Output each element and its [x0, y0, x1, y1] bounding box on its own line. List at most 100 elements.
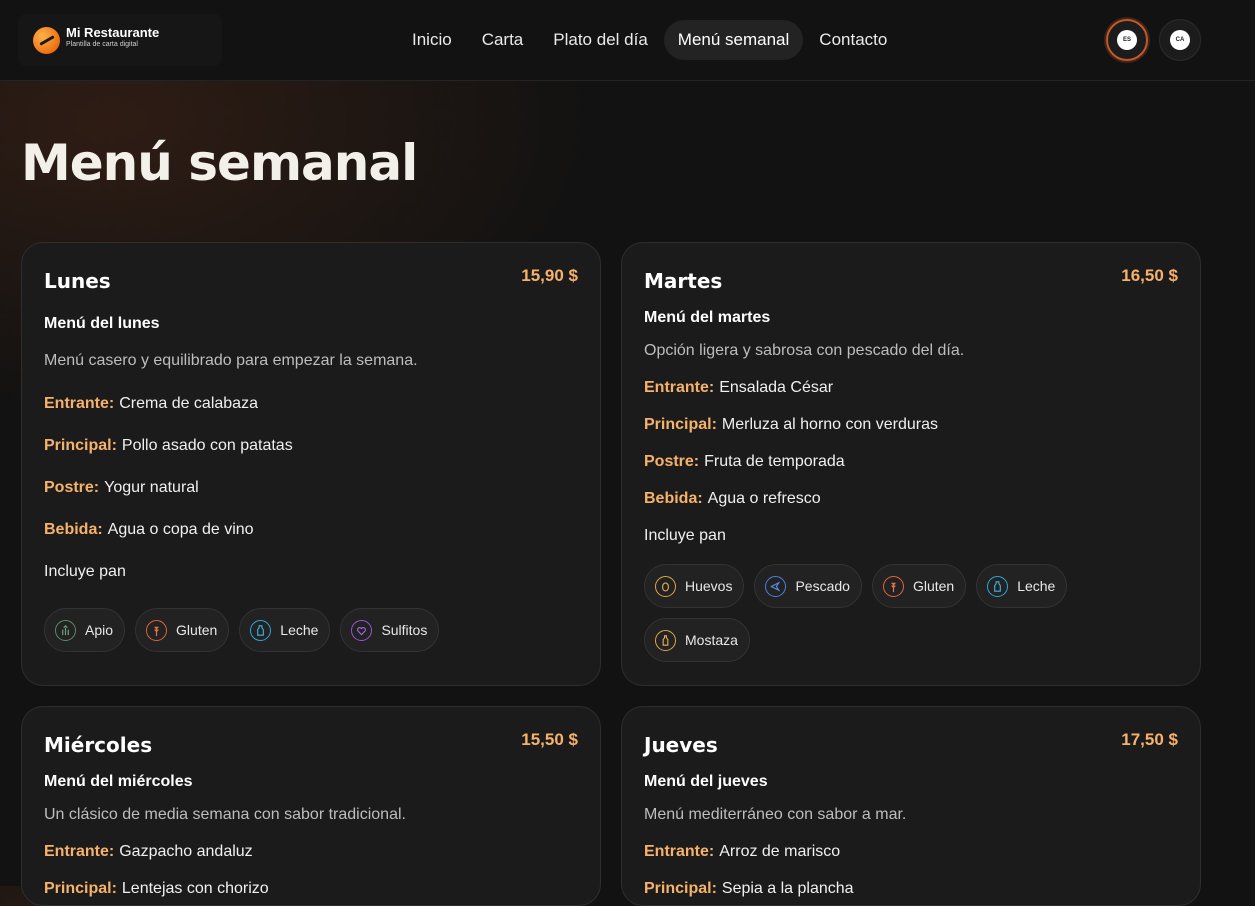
allergen-tag-sulfitos: Sulfitos — [340, 608, 440, 652]
milk-bottle-icon — [250, 619, 272, 641]
menu-starter: Entrante: Gazpacho andaluz — [44, 843, 578, 861]
allergen-list: Huevos Pescado Gluten Leche Mostaza — [644, 564, 1178, 662]
menu-description: Menú mediterráneo con sabor a mar. — [644, 806, 907, 823]
starter-label: Entrante: — [44, 395, 115, 412]
main-label: Principal: — [644, 880, 717, 897]
menu-description: Un clásico de media semana con sabor tra… — [44, 806, 406, 823]
main-label: Principal: — [44, 880, 117, 897]
menu-main: Principal: Merluza al horno con verduras — [644, 416, 1178, 434]
menu-day: Jueves — [644, 733, 718, 757]
menu-note: Incluye pan — [44, 563, 126, 580]
wheat-icon — [146, 619, 168, 641]
main-value: Pollo asado con patatas — [121, 437, 293, 454]
main-label: Principal: — [44, 437, 117, 454]
menu-card-jueves: Jueves 17,50 $ Menú del jueves Menú medi… — [621, 706, 1201, 906]
drink-label: Bebida: — [44, 521, 103, 538]
brand-subtitle: Plantilla de carta digital — [66, 40, 138, 48]
brand-logo-link[interactable]: Mi Restaurante Plantilla de carta digita… — [18, 14, 222, 66]
allergen-tag-leche: Leche — [239, 608, 331, 652]
menu-card-miercoles: Miércoles 15,50 $ Menú del miércoles Un … — [21, 706, 601, 906]
main-value: Sepia a la plancha — [721, 880, 854, 897]
allergen-label: Sulfitos — [381, 622, 428, 638]
nav-plato-del-dia[interactable]: Plato del día — [539, 20, 662, 60]
sulfites-icon — [351, 619, 373, 641]
allergen-tag-apio: Apio — [44, 608, 126, 652]
menu-main: Principal: Pollo asado con patatas — [44, 437, 578, 455]
allergen-list: Apio Gluten Leche Sulfitos — [44, 608, 578, 652]
menu-card-lunes: Lunes 15,90 $ Menú del lunes Menú casero… — [21, 242, 601, 686]
nav-contacto[interactable]: Contacto — [805, 20, 901, 60]
menu-description: Opción ligera y sabrosa con pescado del … — [644, 342, 965, 359]
menu-price: 16,50 $ — [1121, 266, 1178, 285]
allergen-label: Gluten — [176, 622, 218, 638]
allergen-label: Huevos — [685, 578, 733, 594]
mustard-icon — [655, 629, 676, 651]
drink-value: Agua o refresco — [707, 490, 821, 507]
allergen-label: Pescado — [795, 578, 850, 594]
main-nav: Inicio Carta Plato del día Menú semanal … — [398, 20, 903, 60]
nav-menu-semanal[interactable]: Menú semanal — [663, 20, 804, 60]
menu-day: Lunes — [44, 269, 111, 293]
drink-value: Agua o copa de vino — [107, 521, 254, 538]
starter-label: Entrante: — [644, 379, 715, 396]
allergen-tag-gluten: Gluten — [871, 564, 967, 608]
language-ca-button[interactable]: CA — [1159, 19, 1201, 61]
menu-price: 15,90 $ — [521, 266, 578, 285]
starter-value: Gazpacho andaluz — [119, 843, 253, 860]
menu-card-martes: Martes 16,50 $ Menú del martes Opción li… — [621, 242, 1201, 686]
menu-drink: Bebida: Agua o refresco — [644, 490, 1178, 508]
allergen-label: Apio — [85, 622, 114, 638]
main-value: Merluza al horno con verduras — [721, 416, 939, 433]
menu-drink: Bebida: Agua o copa de vino — [44, 521, 578, 539]
menu-main: Principal: Lentejas con chorizo — [44, 880, 578, 898]
drink-label: Bebida: — [644, 490, 703, 507]
allergen-label: Leche — [1017, 578, 1056, 594]
menu-note: Incluye pan — [644, 527, 726, 544]
main-label: Principal: — [644, 416, 717, 433]
menu-description: Menú casero y equilibrado para empezar l… — [44, 352, 418, 369]
menu-main: Principal: Sepia a la plancha — [644, 880, 1178, 898]
page-title: Menú semanal — [21, 134, 418, 192]
menu-name: Menú del miércoles — [44, 773, 193, 790]
allergen-tag-gluten: Gluten — [135, 608, 230, 652]
allergen-tag-huevos: Huevos — [644, 564, 745, 608]
menu-dessert: Postre: Yogur natural — [44, 479, 578, 497]
menu-day: Martes — [644, 269, 723, 293]
dessert-value: Yogur natural — [104, 479, 199, 496]
celery-icon — [55, 619, 76, 641]
dessert-label: Postre: — [44, 479, 100, 496]
menu-name: Menú del lunes — [44, 315, 160, 332]
fish-icon — [765, 575, 787, 597]
language-ca-flag-icon: CA — [1170, 30, 1190, 50]
language-es-button[interactable]: ES — [1106, 19, 1148, 61]
menu-price: 17,50 $ — [1121, 730, 1178, 749]
menu-starter: Entrante: Ensalada César — [644, 379, 1178, 397]
starter-label: Entrante: — [644, 843, 715, 860]
menu-starter: Entrante: Crema de calabaza — [44, 395, 578, 413]
starter-value: Crema de calabaza — [119, 395, 258, 412]
brand-name: Mi Restaurante — [66, 24, 160, 40]
wheat-icon — [882, 575, 904, 597]
starter-value: Ensalada César — [719, 379, 834, 396]
allergen-tag-leche: Leche — [976, 564, 1068, 608]
restaurant-logo-icon — [33, 26, 60, 54]
brand-text: Mi Restaurante Plantilla de carta digita… — [66, 25, 159, 50]
starter-label: Entrante: — [44, 843, 115, 860]
menu-name: Menú del jueves — [644, 773, 768, 790]
starter-value: Arroz de marisco — [719, 843, 841, 860]
menu-starter: Entrante: Arroz de marisco — [644, 843, 1178, 861]
allergen-tag-mostaza: Mostaza — [644, 618, 750, 662]
egg-icon — [655, 575, 676, 597]
nav-inicio[interactable]: Inicio — [398, 20, 466, 60]
menu-day: Miércoles — [44, 733, 153, 757]
milk-bottle-icon — [987, 575, 1009, 597]
menu-name: Menú del martes — [644, 309, 771, 326]
allergen-tag-pescado: Pescado — [754, 564, 862, 608]
allergen-label: Gluten — [912, 578, 955, 594]
menu-price: 15,50 $ — [521, 730, 578, 749]
allergen-label: Leche — [280, 622, 319, 638]
nav-carta[interactable]: Carta — [468, 20, 538, 60]
dessert-label: Postre: — [644, 453, 700, 470]
main-value: Lentejas con chorizo — [121, 880, 269, 897]
site-header: Mi Restaurante Plantilla de carta digita… — [0, 0, 1255, 81]
